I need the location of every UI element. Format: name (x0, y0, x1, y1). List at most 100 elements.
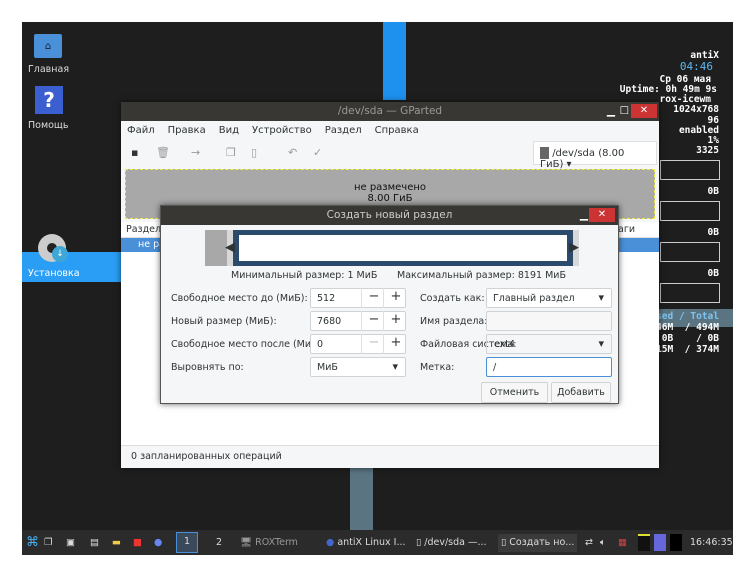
add-button[interactable]: Добавить (551, 382, 611, 403)
desktop-icon-home[interactable]: ⌂ Главная (28, 34, 88, 75)
task-label: ROXTerm (255, 537, 298, 548)
package-icon[interactable]: ▣ (66, 534, 75, 552)
col-partition[interactable]: Раздел (126, 224, 161, 235)
conky-mem-row: 46M / 494M (656, 322, 719, 333)
label-label: Метка: (420, 362, 455, 373)
conky-mem-row: 15M / 374M (656, 344, 719, 355)
clock[interactable]: 16:46:35 (690, 534, 733, 552)
new-partition-icon[interactable]: ▪ (131, 146, 138, 159)
workspace-1[interactable]: 1 (176, 532, 198, 553)
free-after-plus[interactable]: + (383, 334, 408, 354)
conky-mem-header: Used / Total (650, 311, 719, 322)
partition-block[interactable] (233, 230, 573, 266)
network-icon[interactable]: ⇄ (585, 534, 593, 552)
net-graph-3 (660, 283, 720, 303)
installer-disc-icon: ↓ (38, 234, 68, 262)
menu-device[interactable]: Устройство (252, 125, 312, 137)
toolbar: ▪ 🗑︎ → ❐ ▯ ↶ ✓ /dev/sda (8.00 ГиБ) ▾ (121, 141, 659, 170)
net-graph-2 (660, 242, 720, 262)
disk-icon (540, 147, 549, 159)
filesystem-value: ext4 (494, 339, 516, 350)
menu-edit[interactable]: Правка (168, 125, 206, 137)
free-before-label: Свободное место до (МиБ): (171, 293, 308, 304)
task-label: /dev/sda —... (424, 537, 487, 548)
close-button[interactable]: ✕ (589, 208, 615, 222)
help-icon: ? (35, 86, 63, 114)
partition-name-field[interactable] (486, 311, 612, 331)
apply-icon[interactable]: ✓ (313, 146, 322, 159)
filesystem-select[interactable]: ext4 (486, 334, 612, 354)
start-menu-icon[interactable]: ⌘ (26, 534, 39, 552)
status-text: 0 запланированных операций (131, 451, 282, 462)
keyboard-layout-flag-icon[interactable]: ▦ (618, 534, 627, 552)
drive-icon[interactable]: ▤ (90, 534, 99, 552)
new-size-plus[interactable]: + (383, 311, 408, 331)
minimize-button[interactable]: ▁ (607, 102, 615, 121)
file-manager-icon[interactable]: ▬ (112, 534, 121, 552)
dialog-titlebar: Создать новый раздел ▁ ✕ (161, 206, 618, 225)
device-selector[interactable]: /dev/sda (8.00 ГиБ) ▾ (533, 141, 657, 170)
menu-bar: Файл Правка Вид Устройство Раздел Справк… (121, 121, 659, 141)
conky-mem-row: 0B / 0B (661, 333, 719, 344)
new-size-field[interactable]: 7680 − + (310, 311, 406, 331)
free-after-field[interactable]: 0 − + (310, 334, 406, 354)
minimize-button[interactable]: ▁ (580, 206, 588, 225)
paste-icon[interactable]: ▯ (251, 146, 257, 159)
memory-monitor-icon (654, 534, 666, 551)
menu-view[interactable]: Вид (219, 125, 239, 137)
undo-icon[interactable]: ↶ (288, 146, 297, 159)
conky-time: 04:46 (679, 60, 713, 73)
unallocated-size: 8.00 ГиБ (367, 193, 413, 204)
conky-freq: 3325 (696, 145, 719, 156)
create-partition-dialog: Создать новый раздел ▁ ✕ ◀ ▶ Минимальный… (160, 205, 619, 404)
menu-file[interactable]: Файл (127, 125, 155, 137)
volume-icon[interactable]: 🔈︎ (600, 534, 606, 552)
task-roxterm[interactable]: 🖥︎ ROXTerm (240, 534, 298, 552)
cancel-button[interactable]: Отменить (481, 382, 548, 403)
label-value: / (493, 362, 497, 373)
task-gparted[interactable]: ▯ /dev/sda —... (416, 534, 487, 552)
net-graph-1 (660, 201, 720, 221)
cpu-monitor-icon (638, 534, 650, 551)
task-label: Создать но... (509, 537, 575, 548)
folder-icon[interactable]: ■ (133, 534, 142, 552)
task-label: antiX Linux I... (337, 537, 406, 548)
copy-icon[interactable]: ❐ (226, 146, 236, 159)
icon-label: Главная (28, 64, 70, 75)
left-handle-icon[interactable]: ◀ (225, 240, 235, 255)
icon-label: Установка (28, 268, 80, 279)
partition-name-label: Имя раздела: (420, 316, 488, 327)
gparted-titlebar: /dev/sda — GParted ▁ ☐ ✕ (121, 102, 659, 121)
workspace-2[interactable]: 2 (216, 534, 222, 552)
maximize-button[interactable]: ☐ (620, 102, 629, 121)
conky-resolution: 1024x768 (673, 104, 719, 115)
desktop-icon-help[interactable]: ? Помощь (28, 86, 88, 131)
delete-icon[interactable]: 🗑︎ (156, 146, 170, 159)
align-select[interactable]: МиБ (310, 357, 406, 377)
label-field[interactable]: / (486, 357, 612, 377)
conky-net1: 0B (707, 186, 719, 197)
task-dialog[interactable]: ▯ Создать но... (498, 534, 578, 552)
resize-icon[interactable]: → (191, 146, 200, 159)
create-as-select[interactable]: Главный раздел (486, 288, 612, 308)
close-button[interactable]: ✕ (631, 104, 657, 118)
device-label: /dev/sda (8.00 ГиБ) (540, 148, 625, 170)
conky-net3: 0B (707, 268, 719, 279)
free-before-value: 512 (317, 293, 336, 304)
size-slider[interactable]: ◀ ▶ (205, 230, 579, 266)
menu-help[interactable]: Справка (375, 125, 419, 137)
col-flags[interactable]: аги (618, 224, 635, 235)
cpu-graph (660, 160, 720, 180)
conky-net2: 0B (707, 227, 719, 238)
right-handle-icon[interactable]: ▶ (569, 240, 579, 255)
task-antix[interactable]: ● antiX Linux I... (326, 534, 406, 552)
max-size-label: Максимальный размер: 8191 МиБ (397, 270, 566, 281)
net-monitor-icon (670, 534, 682, 551)
free-before-plus[interactable]: + (383, 288, 408, 308)
menu-partition[interactable]: Раздел (325, 125, 362, 137)
desktop-icon-install[interactable]: ↓ Установка (28, 234, 88, 279)
new-size-label: Новый размер (МиБ): (171, 316, 277, 327)
free-before-field[interactable]: 512 − + (310, 288, 406, 308)
browser-icon[interactable]: ● (154, 534, 162, 552)
show-desktop-icon[interactable]: ❐ (44, 534, 53, 552)
